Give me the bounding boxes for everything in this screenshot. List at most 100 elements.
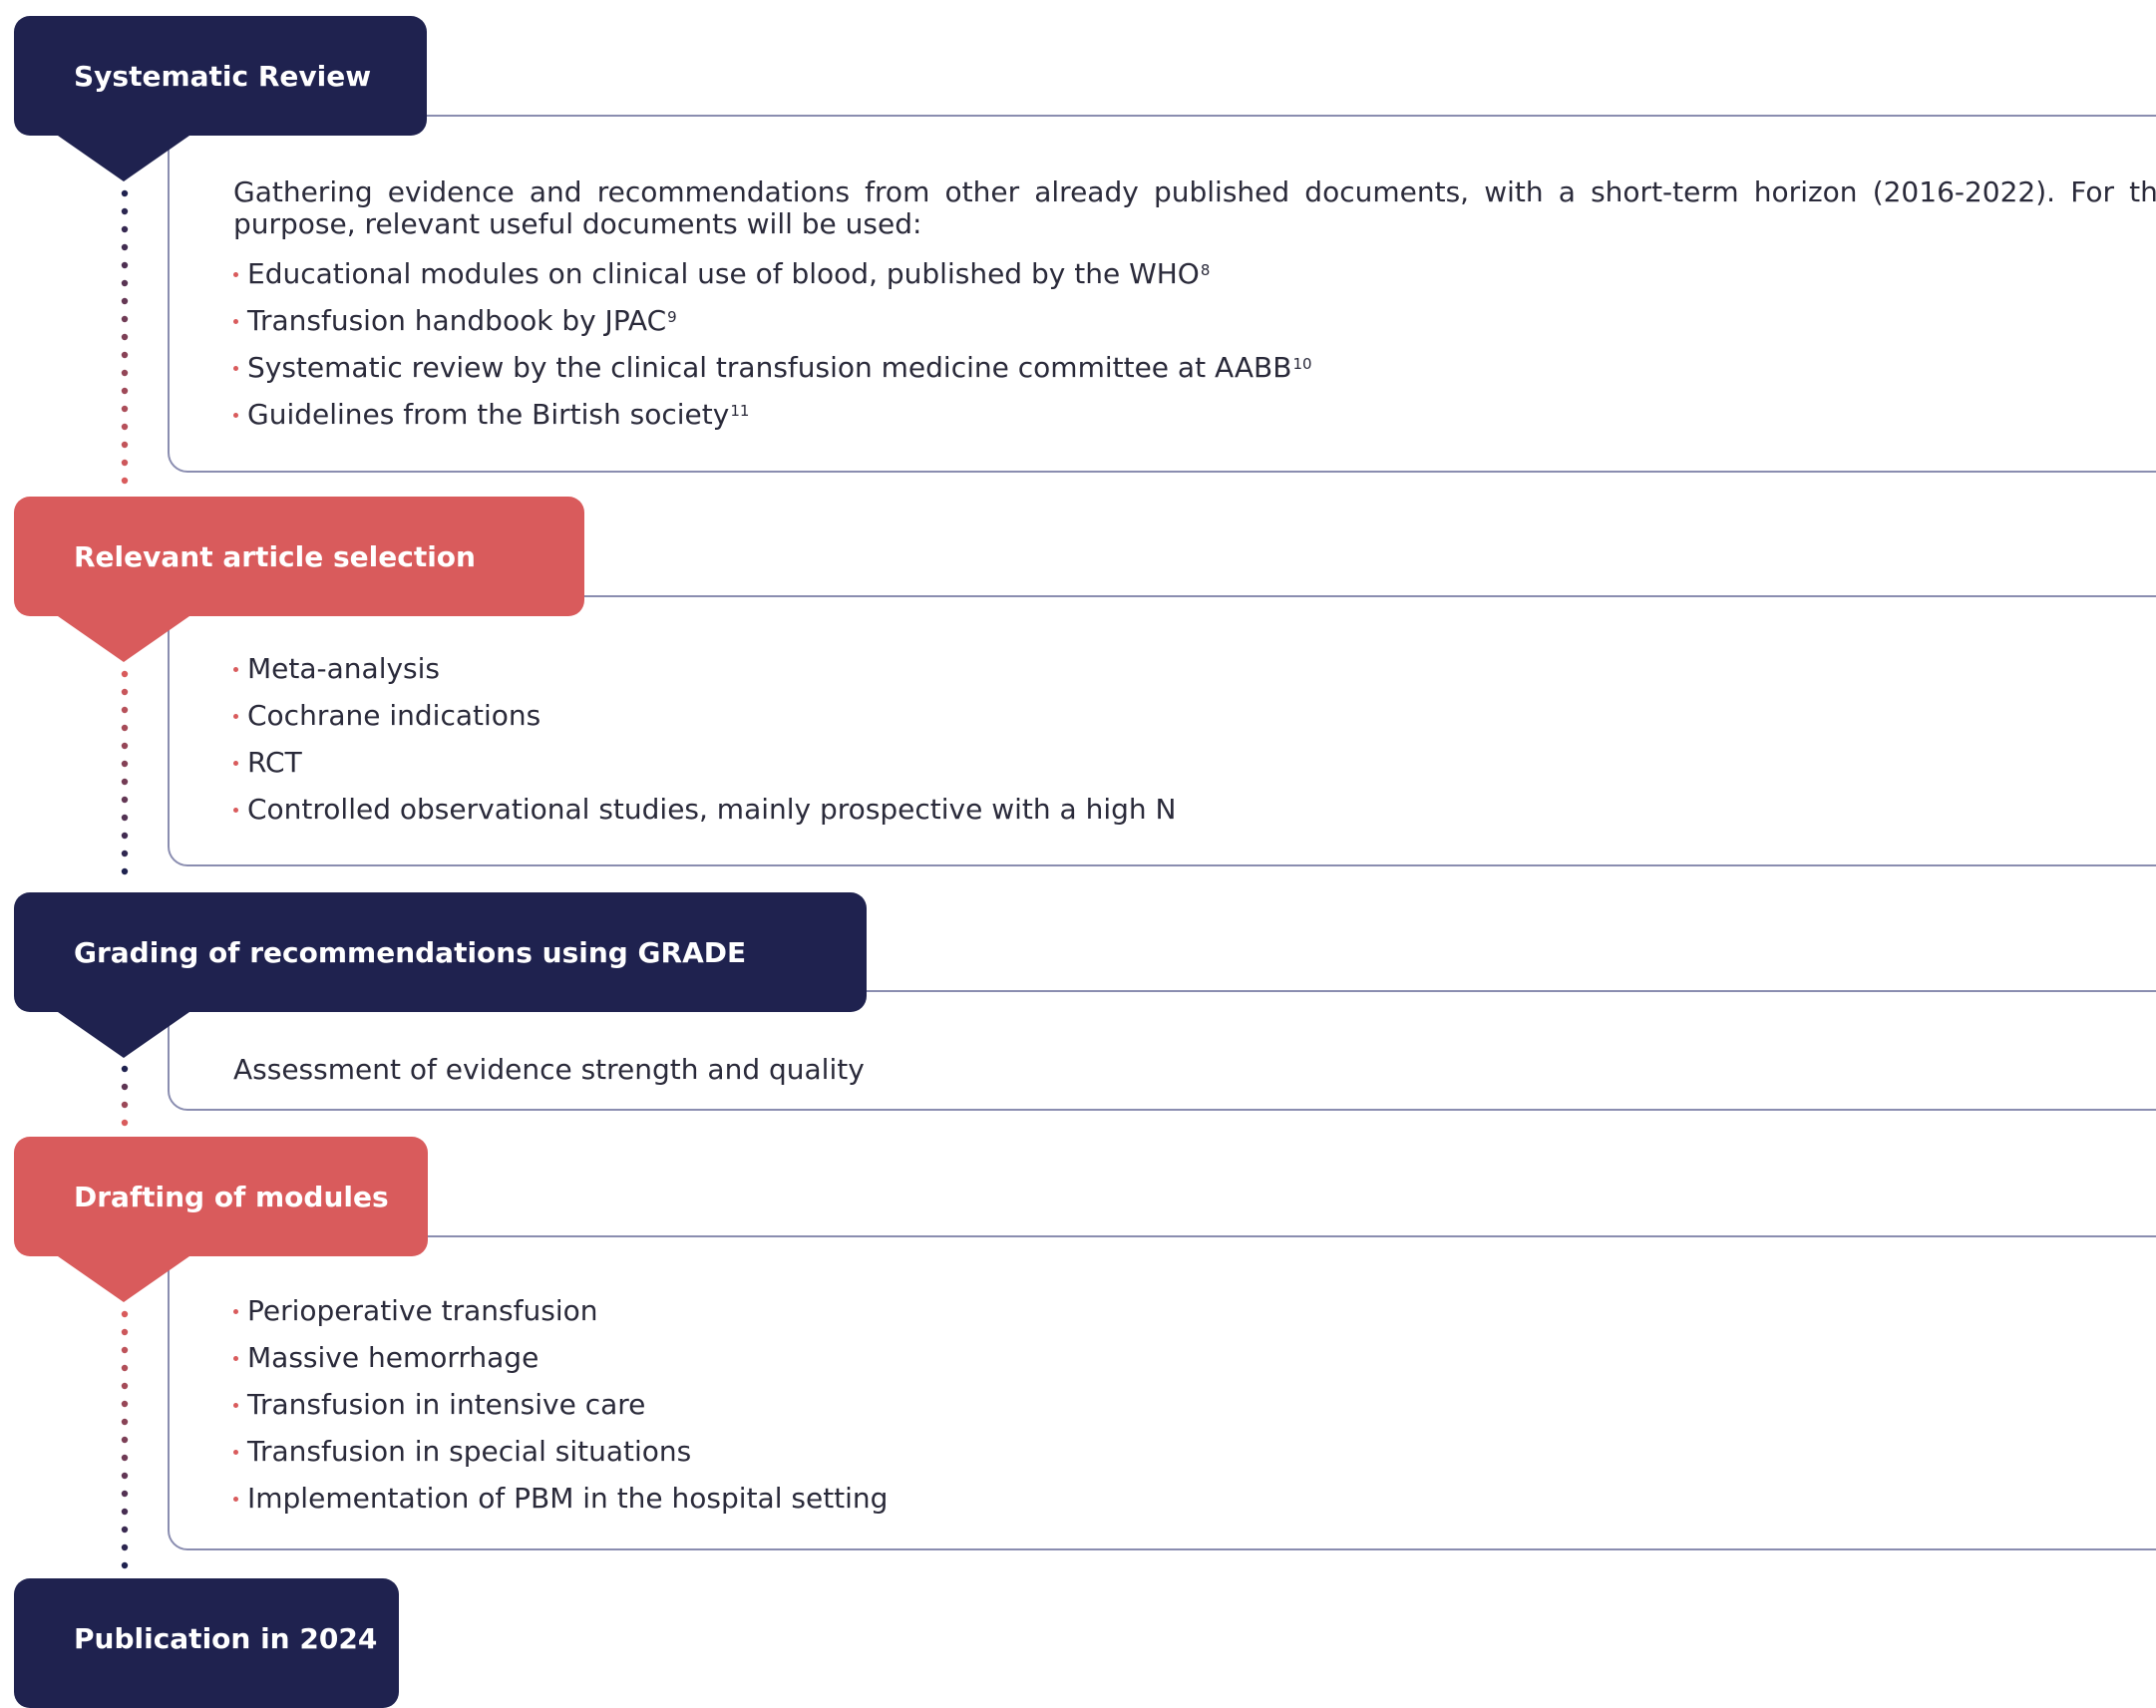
step-pointer (58, 1256, 189, 1302)
connector-dot (121, 796, 129, 804)
step-pointer (58, 136, 189, 181)
footnote-ref: 11 (730, 402, 750, 420)
list-item-text: Transfusion in special situations (247, 1435, 692, 1468)
bullet-icon (233, 1356, 238, 1361)
connector-dot (121, 207, 129, 215)
list-item: Cochrane indications (233, 700, 2156, 747)
step-item-list: Perioperative transfusion Massive hemorr… (233, 1295, 2156, 1530)
connector-dot (121, 850, 129, 857)
connector-dot (121, 724, 129, 732)
list-item: Perioperative transfusion (233, 1295, 2156, 1342)
connector-dot (121, 1490, 129, 1498)
footnote-ref: 8 (1200, 261, 1211, 279)
step-title: Drafting of modules (74, 1180, 389, 1213)
list-item-text: Systematic review by the clinical transf… (247, 351, 1292, 384)
connector-dot (121, 814, 129, 822)
connector-dot (121, 279, 129, 287)
connector-dot (121, 1101, 129, 1109)
step-title: Systematic Review (74, 59, 372, 93)
process-flow-diagram: Gathering evidence and recommendations f… (0, 0, 2156, 1708)
connector-dot (121, 423, 129, 431)
connector-dot (121, 1561, 129, 1569)
list-item-text: Transfusion handbook by JPAC (247, 304, 667, 337)
connector-dot (121, 1083, 129, 1091)
connector-dot (121, 1543, 129, 1551)
connector-dot (121, 369, 129, 377)
connector-dot (121, 670, 129, 678)
bullet-icon (233, 667, 238, 672)
list-item-text: Cochrane indications (247, 699, 541, 732)
list-item-text: Transfusion in intensive care (247, 1388, 646, 1421)
bullet-icon (233, 761, 238, 766)
list-item-text: Guidelines from the Birtish society (247, 398, 730, 431)
bullet-icon (233, 1497, 238, 1502)
connector-dot (121, 351, 129, 359)
list-item: Systematic review by the clinical transf… (233, 352, 2156, 399)
step-item-list: Educational modules on clinical use of b… (233, 258, 2156, 446)
bullet-icon (233, 1450, 238, 1455)
bullet-icon (233, 366, 238, 371)
connector-dot (121, 297, 129, 305)
list-item: Guidelines from the Birtish society11 (233, 399, 2156, 446)
list-item: Transfusion in intensive care (233, 1389, 2156, 1436)
bullet-icon (233, 272, 238, 277)
connector-dot (121, 1310, 129, 1318)
connector-dot (121, 1508, 129, 1516)
step-title: Relevant article selection (74, 539, 476, 573)
step-header-relevant-article-selection: Relevant article selection (14, 497, 584, 616)
step-title: Grading of recommendations using GRADE (74, 935, 747, 969)
connector-dot (121, 333, 129, 341)
connector-dot (121, 1328, 129, 1336)
bullet-icon (233, 319, 238, 324)
connector-dot (121, 706, 129, 714)
connector-dot (121, 688, 129, 696)
connector-dot (121, 387, 129, 395)
connector-dot (121, 1346, 129, 1354)
connector-dot (121, 405, 129, 413)
footnote-ref: 9 (667, 308, 677, 326)
connector-dot (121, 459, 129, 467)
list-item-text: Meta-analysis (247, 652, 440, 685)
step-header-grading: Grading of recommendations using GRADE (14, 892, 867, 1012)
connector-dot (121, 832, 129, 840)
bullet-icon (233, 1309, 238, 1314)
bullet-icon (233, 808, 238, 813)
list-item: Controlled observational studies, mainly… (233, 794, 2156, 841)
connector-dot (121, 760, 129, 768)
connector-dot (121, 315, 129, 323)
list-item: Implementation of PBM in the hospital se… (233, 1483, 2156, 1530)
list-item-text: Educational modules on clinical use of b… (247, 257, 1200, 290)
step-intro-text: Gathering evidence and recommendations f… (233, 175, 2156, 240)
list-item: RCT (233, 747, 2156, 794)
list-item-text: RCT (247, 746, 302, 779)
step-header-drafting-of-modules: Drafting of modules (14, 1137, 428, 1256)
connector-dot (121, 1436, 129, 1444)
list-item: Meta-analysis (233, 653, 2156, 700)
list-item: Massive hemorrhage (233, 1342, 2156, 1389)
step-box-drafting-of-modules: Perioperative transfusion Massive hemorr… (168, 1235, 2156, 1550)
list-item-text: Implementation of PBM in the hospital se… (247, 1482, 889, 1515)
step-pointer (58, 616, 189, 662)
connector-dot (121, 1364, 129, 1372)
connector-dot (121, 1382, 129, 1390)
bullet-icon (233, 714, 238, 719)
step-header-systematic-review: Systematic Review (14, 16, 427, 136)
connector-dot (121, 867, 129, 875)
footnote-ref: 10 (1292, 355, 1312, 373)
list-item: Transfusion in special situations (233, 1436, 2156, 1483)
connector-dot (121, 1472, 129, 1480)
connector-dot (121, 742, 129, 750)
list-item-text: Massive hemorrhage (247, 1341, 539, 1374)
list-item: Transfusion handbook by JPAC9 (233, 305, 2156, 352)
connector-dot (121, 225, 129, 233)
step-title: Publication in 2024 (74, 1621, 378, 1655)
connector-dot (121, 261, 129, 269)
connector-dot (121, 441, 129, 449)
connector-dot (121, 1418, 129, 1426)
list-item: Educational modules on clinical use of b… (233, 258, 2156, 305)
connector-dot (121, 243, 129, 251)
list-item-text: Perioperative transfusion (247, 1294, 598, 1327)
connector-dot (121, 1119, 129, 1127)
connector-dot (121, 1526, 129, 1534)
step-item-list: Meta-analysis Cochrane indications RCT C… (233, 653, 2156, 841)
